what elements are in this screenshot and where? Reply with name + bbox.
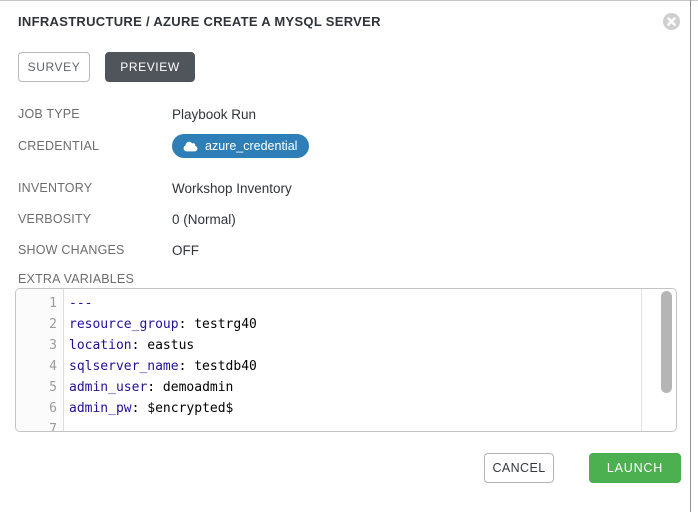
yaml-key: location (69, 338, 132, 353)
editor-line: 5 admin_user: demoadmin (16, 377, 640, 398)
credential-row: CREDENTIAL azure_credential (18, 134, 680, 158)
line-code: admin_user: demoadmin (64, 377, 233, 398)
line-code: --- (64, 293, 92, 314)
inventory-row: INVENTORY Workshop Inventory (18, 180, 680, 196)
yaml-value: : $encrypted$ (132, 401, 234, 416)
line-code: location: eastus (64, 335, 194, 356)
yaml-key: resource_group (69, 317, 179, 332)
modal-right-border (690, 0, 691, 512)
editor-line: 7 (16, 419, 640, 432)
line-code: sqlserver_name: testdb40 (64, 356, 257, 377)
editor-line: 2 resource_group: testrg40 (16, 314, 640, 335)
editor-line: 1 --- (16, 293, 640, 314)
editor-line: 6 admin_pw: $encrypted$ (16, 398, 640, 419)
inventory-value: Workshop Inventory (172, 181, 292, 196)
line-number: 1 (16, 293, 64, 314)
line-number: 2 (16, 314, 64, 335)
yaml-key: --- (69, 296, 92, 311)
line-code: resource_group: testrg40 (64, 314, 257, 335)
show-changes-row: SHOW CHANGES OFF (18, 242, 680, 258)
editor-line: 4 sqlserver_name: testdb40 (16, 356, 640, 377)
job-type-row: JOB TYPE Playbook Run (18, 106, 680, 122)
editor-lines: 1 --- 2 resource_group: testrg40 3 locat… (16, 293, 640, 432)
tab-survey[interactable]: SURVEY (18, 52, 90, 82)
verbosity-row: VERBOSITY 0 (Normal) (18, 211, 680, 227)
tab-preview[interactable]: PREVIEW (105, 52, 195, 82)
yaml-value: : demoadmin (147, 380, 233, 395)
credential-label: CREDENTIAL (18, 139, 172, 153)
line-code (64, 419, 69, 432)
editor-line: 3 location: eastus (16, 335, 640, 356)
cloud-icon (183, 141, 198, 152)
tab-group: SURVEY PREVIEW (18, 52, 680, 82)
job-details: JOB TYPE Playbook Run CREDENTIAL azure_c… (18, 106, 680, 258)
show-changes-value: OFF (172, 243, 199, 258)
yaml-key: admin_pw (69, 401, 132, 416)
cancel-button[interactable]: CANCEL (484, 453, 554, 483)
yaml-key: admin_user (69, 380, 147, 395)
job-type-label: JOB TYPE (18, 107, 172, 121)
verbosity-label: VERBOSITY (18, 212, 172, 226)
credential-badge-label: azure_credential (205, 139, 297, 153)
yaml-key: sqlserver_name (69, 359, 179, 374)
line-code: admin_pw: $encrypted$ (64, 398, 233, 419)
modal-footer: CANCEL LAUNCH (18, 453, 681, 483)
credential-badge: azure_credential (172, 134, 309, 158)
inventory-label: INVENTORY (18, 181, 172, 195)
yaml-value: : eastus (132, 338, 195, 353)
launch-button[interactable]: LAUNCH (589, 453, 681, 483)
modal-top-border (0, 0, 698, 1)
close-icon[interactable] (663, 13, 680, 30)
page-title: INFRASTRUCTURE / AZURE CREATE A MYSQL SE… (18, 14, 680, 30)
line-number: 7 (16, 419, 64, 432)
scrollbar-thumb[interactable] (661, 291, 672, 393)
line-number: 4 (16, 356, 64, 377)
yaml-value: : testdb40 (179, 359, 257, 374)
yaml-value: : testrg40 (179, 317, 257, 332)
show-changes-label: SHOW CHANGES (18, 243, 172, 257)
extra-variables-editor[interactable]: 1 --- 2 resource_group: testrg40 3 locat… (15, 288, 677, 432)
extra-variables-label: EXTRA VARIABLES (18, 272, 680, 287)
scrollbar-track-divider (641, 289, 642, 431)
line-number: 5 (16, 377, 64, 398)
job-launch-preview-modal: INFRASTRUCTURE / AZURE CREATE A MYSQL SE… (0, 0, 698, 512)
modal-header: INFRASTRUCTURE / AZURE CREATE A MYSQL SE… (18, 14, 680, 30)
job-type-value: Playbook Run (172, 107, 256, 122)
verbosity-value: 0 (Normal) (172, 212, 236, 227)
line-number: 6 (16, 398, 64, 419)
line-number: 3 (16, 335, 64, 356)
